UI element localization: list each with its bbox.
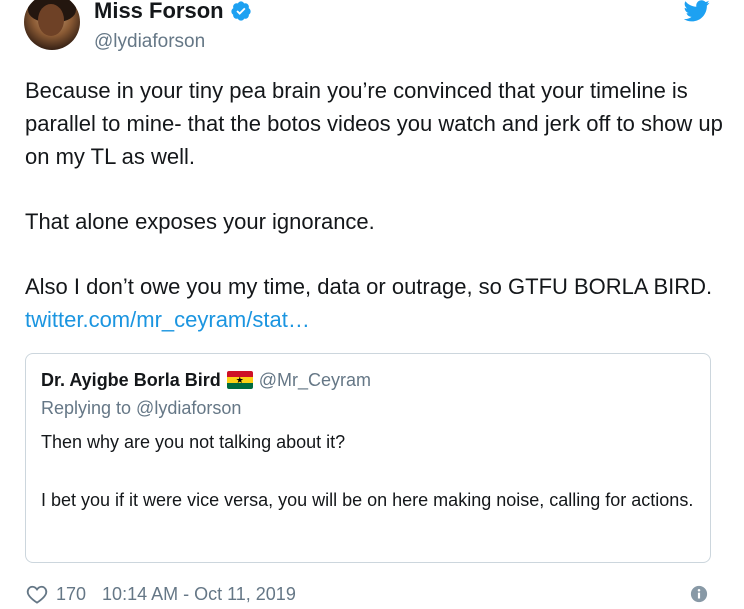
- like-count[interactable]: 170: [56, 582, 86, 606]
- author-display-name[interactable]: Miss Forson: [94, 0, 224, 25]
- quoted-author-name[interactable]: Dr. Ayigbe Borla Bird: [41, 368, 221, 392]
- tweet-body: Because in your tiny pea brain you’re co…: [25, 74, 725, 336]
- twitter-bird-icon[interactable]: [684, 0, 710, 22]
- avatar-face: [38, 4, 64, 36]
- embedded-tweet: Miss Forson @lydiaforson Because in your…: [0, 0, 744, 609]
- info-icon[interactable]: [690, 585, 708, 603]
- heart-icon[interactable]: [26, 584, 48, 604]
- ghana-flag-icon: ★: [226, 371, 253, 389]
- tweet-paragraph: Also I don’t owe you my time, data or ou…: [25, 270, 725, 336]
- tweet-timestamp[interactable]: 10:14 AM - Oct 11, 2019: [102, 582, 296, 606]
- quoted-tweet-card[interactable]: Dr. Ayigbe Borla Bird ★ @Mr_Ceyram Reply…: [25, 353, 711, 563]
- tweet-paragraph-text: Also I don’t owe you my time, data or ou…: [25, 274, 713, 299]
- tweet-footer: 170 10:14 AM - Oct 11, 2019: [26, 582, 296, 606]
- replying-to-label: Replying to @lydiaforson: [41, 398, 242, 418]
- tweet-paragraph: Because in your tiny pea brain you’re co…: [25, 78, 723, 169]
- quoted-tweet-body: Then why are you not talking about it? I…: [41, 428, 695, 515]
- author-avatar[interactable]: [24, 0, 80, 50]
- verified-badge-icon: [230, 1, 251, 21]
- author-handle[interactable]: @lydiaforson: [94, 30, 205, 54]
- quoted-paragraph: I bet you if it were vice versa, you wil…: [41, 490, 694, 510]
- quoted-tweet-link[interactable]: twitter.com/mr_ceyram/stat…: [25, 307, 310, 332]
- quoted-author-handle[interactable]: @Mr_Ceyram: [259, 368, 371, 392]
- quoted-tweet-header: Dr. Ayigbe Borla Bird ★ @Mr_Ceyram: [41, 368, 695, 392]
- quoted-paragraph: Then why are you not talking about it?: [41, 432, 346, 452]
- tweet-paragraph: That alone exposes your ignorance.: [25, 209, 375, 234]
- author-name-row: Miss Forson: [94, 0, 252, 25]
